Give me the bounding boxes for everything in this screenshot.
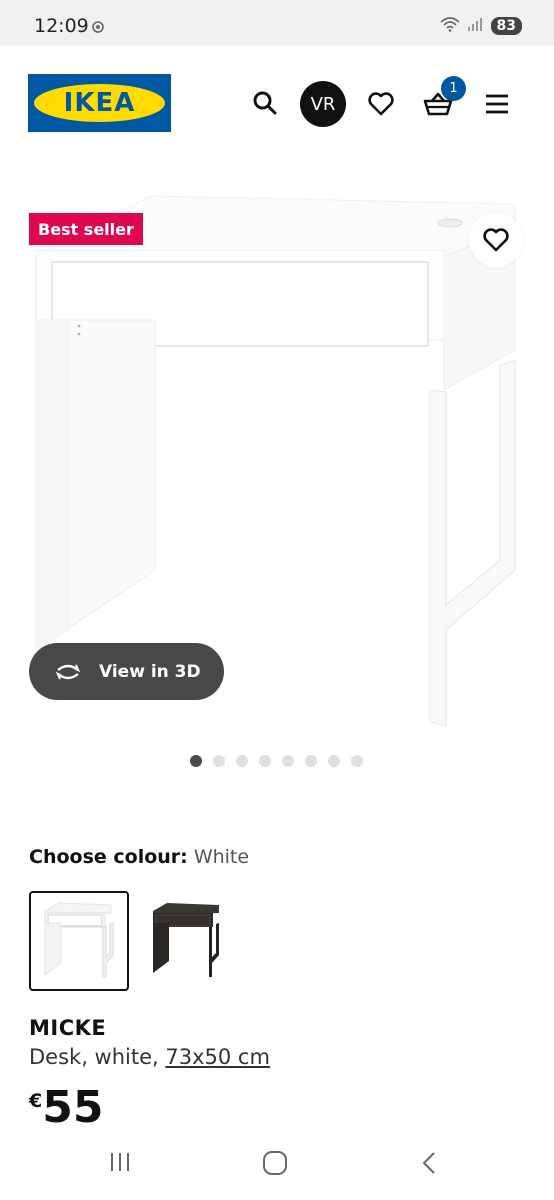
best-seller-badge: Best seller [29,213,143,245]
account-avatar-button[interactable]: VR [300,81,346,127]
header: IKEA VR 1 [0,46,554,158]
battery-indicator: 83 [490,17,522,35]
product-price: € 55 [29,1082,103,1134]
logo-text: IKEA [34,84,165,122]
heart-icon [483,228,509,252]
black-brown-desk-thumbnail [153,903,219,977]
colour-swatch-black-brown[interactable] [143,891,243,991]
choose-colour-heading: Choose colour: [29,846,188,868]
view-in-3d-label: View in 3D [99,661,201,682]
carousel-dot[interactable] [328,755,340,767]
system-nav-bar [0,1130,554,1200]
home-icon [263,1151,287,1175]
gesture-icon [91,20,107,40]
view-in-3d-button[interactable]: View in 3D [29,643,224,700]
price-currency: € [29,1090,43,1112]
product-dimensions-link[interactable]: 73x50 cm [165,1045,270,1069]
basket-count-badge: 1 [441,76,466,101]
carousel-dot[interactable] [305,755,317,767]
ikea-logo[interactable]: IKEA [28,74,171,132]
save-to-favourites-button[interactable] [469,213,523,267]
status-bar: 12:09 83 [0,0,554,46]
white-desk-thumbnail [44,902,114,978]
heart-icon [368,92,394,116]
carousel-dot[interactable] [236,755,248,767]
price-value: 55 [42,1082,104,1133]
back-button[interactable] [420,1150,440,1176]
product-description: Desk, white, 73x50 cm [29,1045,270,1069]
carousel-dot[interactable] [351,755,363,767]
home-button[interactable] [262,1150,288,1176]
back-icon [422,1152,435,1174]
product-description-text: Desk, white, [29,1045,159,1069]
favourites-button[interactable] [365,88,397,120]
signal-icon [467,16,485,36]
carousel-dot[interactable] [259,755,271,767]
carousel-dot[interactable] [282,755,294,767]
colour-swatch-white[interactable] [29,891,129,991]
rotate-3d-icon [53,661,83,683]
recent-apps-button[interactable] [108,1150,132,1174]
search-icon [253,91,277,115]
carousel-dot[interactable] [190,755,202,767]
carousel-dot[interactable] [213,755,225,767]
colour-label: Choose colour: White [29,846,249,868]
wifi-icon [439,16,461,36]
menu-icon [486,94,508,114]
menu-button[interactable] [481,88,513,120]
search-button[interactable] [249,87,281,119]
image-carousel-dots [190,755,363,767]
status-right: 83 [439,16,522,36]
status-time: 12:09 [34,15,89,37]
selected-colour-value: White [193,846,250,868]
product-name: MICKE [29,1016,107,1040]
recent-apps-icon [111,1153,129,1171]
